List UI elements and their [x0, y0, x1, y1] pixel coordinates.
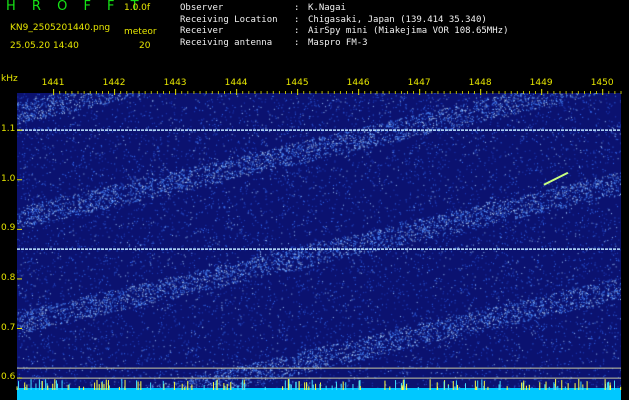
x-axis-ticks: 1441 1442 1443 1444 1445 1446 1447 1448 1449 1450: [17, 78, 621, 92]
x-tick-label: 1449: [529, 78, 553, 88]
bottom-strip: [17, 388, 621, 400]
x-tick-label: 1444: [224, 78, 248, 88]
y-tick-label: 1.0: [1, 173, 16, 184]
x-tick-label: 1450: [590, 78, 614, 88]
x-tick-label: 1441: [41, 78, 65, 88]
x-tick-label: 1446: [346, 78, 370, 88]
y-tick-label: 0.8: [1, 272, 16, 283]
x-tick-label: 1445: [285, 78, 309, 88]
x-tick-label: 1447: [407, 78, 431, 88]
x-tick-label: 1442: [102, 78, 126, 88]
meteor-ping: [543, 171, 569, 186]
y-tick-label: 0.6: [1, 372, 16, 383]
y-tick-label: 1.1: [1, 124, 16, 135]
y-axis-ticks: 1.1 1.0 0.9 0.8 0.7 0.6: [0, 93, 17, 388]
x-tick-label: 1448: [468, 78, 492, 88]
y-tick-label: 0.7: [1, 322, 16, 333]
hrofft-window: H R O F F T 1.0.0f KN9_2505201440.png me…: [0, 0, 629, 400]
spectrogram-overlay: [16, 89, 622, 400]
y-tick-label: 0.9: [1, 223, 16, 234]
x-tick-label: 1443: [163, 78, 187, 88]
